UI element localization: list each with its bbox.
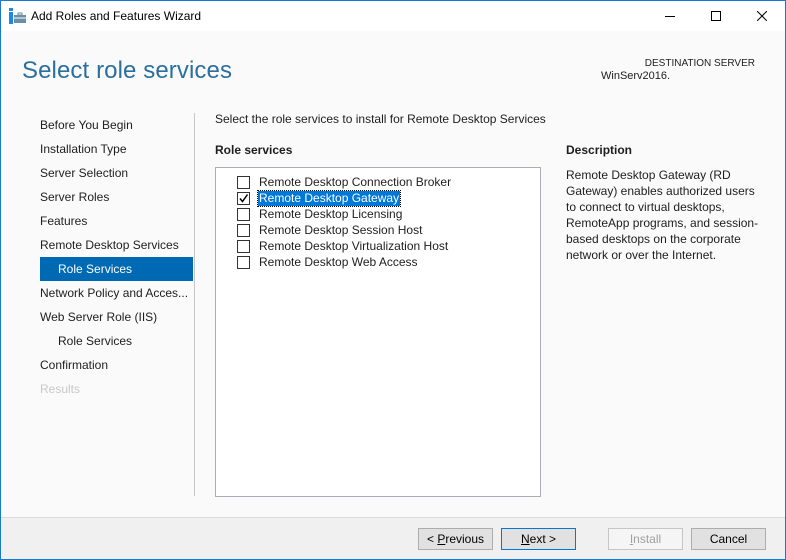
role-service-item[interactable]: Remote Desktop Connection Broker: [237, 174, 452, 190]
destination-server-value: WinServ2016.: [601, 70, 671, 82]
minimize-icon: [665, 16, 675, 17]
maximize-icon: [711, 11, 721, 21]
destination-server-label: DESTINATION SERVER: [644, 58, 755, 69]
wizard-nav: Before You Begin Installation Type Serve…: [40, 113, 193, 401]
nav-item-network-policy[interactable]: Network Policy and Acces...: [40, 281, 193, 305]
nav-item-server-roles[interactable]: Server Roles: [40, 185, 193, 209]
nav-item-remote-desktop-services[interactable]: Remote Desktop Services: [40, 233, 193, 257]
description-text: Remote Desktop Gateway (RD Gateway) enab…: [566, 168, 759, 262]
close-button[interactable]: [739, 1, 785, 31]
role-service-label[interactable]: Remote Desktop Connection Broker: [258, 175, 452, 190]
nav-item-iis-role-services[interactable]: Role Services: [40, 329, 193, 353]
role-service-item[interactable]: Remote Desktop Gateway: [237, 189, 402, 207]
checkbox-licensing[interactable]: [237, 207, 250, 221]
checkbox-web-access[interactable]: [237, 255, 250, 269]
page-title: Select role services: [22, 57, 233, 84]
destination-server-name: WinServ2016.: [601, 70, 761, 82]
checkbox-gateway[interactable]: [237, 191, 250, 205]
install-button: Install: [608, 528, 683, 550]
maximize-button[interactable]: [693, 1, 739, 31]
role-service-label[interactable]: Remote Desktop Virtualization Host: [258, 239, 449, 254]
instruction-text: Select the role services to install for …: [215, 112, 546, 126]
role-service-label[interactable]: Remote Desktop Gateway: [256, 189, 402, 207]
role-service-item[interactable]: Remote Desktop Licensing: [237, 206, 403, 222]
cancel-button[interactable]: Cancel: [691, 528, 766, 550]
role-service-label[interactable]: Remote Desktop Web Access: [258, 255, 419, 270]
nav-item-results: Results: [40, 382, 81, 396]
server-manager-icon: [9, 8, 27, 24]
previous-prefix: <: [426, 532, 438, 546]
role-service-item[interactable]: Remote Desktop Web Access: [237, 254, 419, 270]
role-service-item[interactable]: Remote Desktop Session Host: [237, 222, 423, 238]
title-bar[interactable]: Add Roles and Features Wizard: [1, 1, 785, 31]
previous-rest: revious: [445, 532, 485, 546]
role-service-label[interactable]: Remote Desktop Licensing: [258, 207, 403, 222]
next-rest: ext >: [529, 532, 557, 546]
role-service-item[interactable]: Remote Desktop Virtualization Host: [237, 238, 449, 254]
nav-item-installation-type[interactable]: Installation Type: [40, 137, 193, 161]
nav-item-before-you-begin[interactable]: Before You Begin: [40, 113, 193, 137]
close-icon: [757, 11, 767, 21]
checkbox-virtualization-host[interactable]: [237, 239, 250, 253]
next-accel: N: [520, 532, 530, 546]
role-service-label[interactable]: Remote Desktop Session Host: [258, 223, 423, 238]
nav-item-confirmation[interactable]: Confirmation: [40, 353, 193, 377]
nav-item-server-selection[interactable]: Server Selection: [40, 161, 193, 185]
minimize-button[interactable]: [647, 1, 693, 31]
nav-item-features[interactable]: Features: [40, 209, 193, 233]
checkbox-connection-broker[interactable]: [237, 175, 250, 189]
checkmark-icon: [239, 193, 249, 203]
install-rest: nstall: [633, 532, 662, 546]
nav-item-web-server-role[interactable]: Web Server Role (IIS): [40, 305, 193, 329]
window-title: Add Roles and Features Wizard: [31, 9, 202, 23]
nav-item-rds-role-services[interactable]: Role Services: [40, 257, 193, 281]
role-services-list[interactable]: Remote Desktop Connection Broker Remote …: [215, 167, 541, 497]
description-heading: Description: [566, 143, 633, 157]
role-services-heading: Role services: [215, 143, 293, 157]
nav-divider: [194, 113, 195, 496]
checkbox-session-host[interactable]: [237, 223, 250, 237]
previous-button[interactable]: < Previous: [418, 528, 493, 550]
next-button[interactable]: Next >: [501, 528, 576, 550]
wizard-window: Add Roles and Features Wizard Select rol…: [0, 0, 786, 560]
